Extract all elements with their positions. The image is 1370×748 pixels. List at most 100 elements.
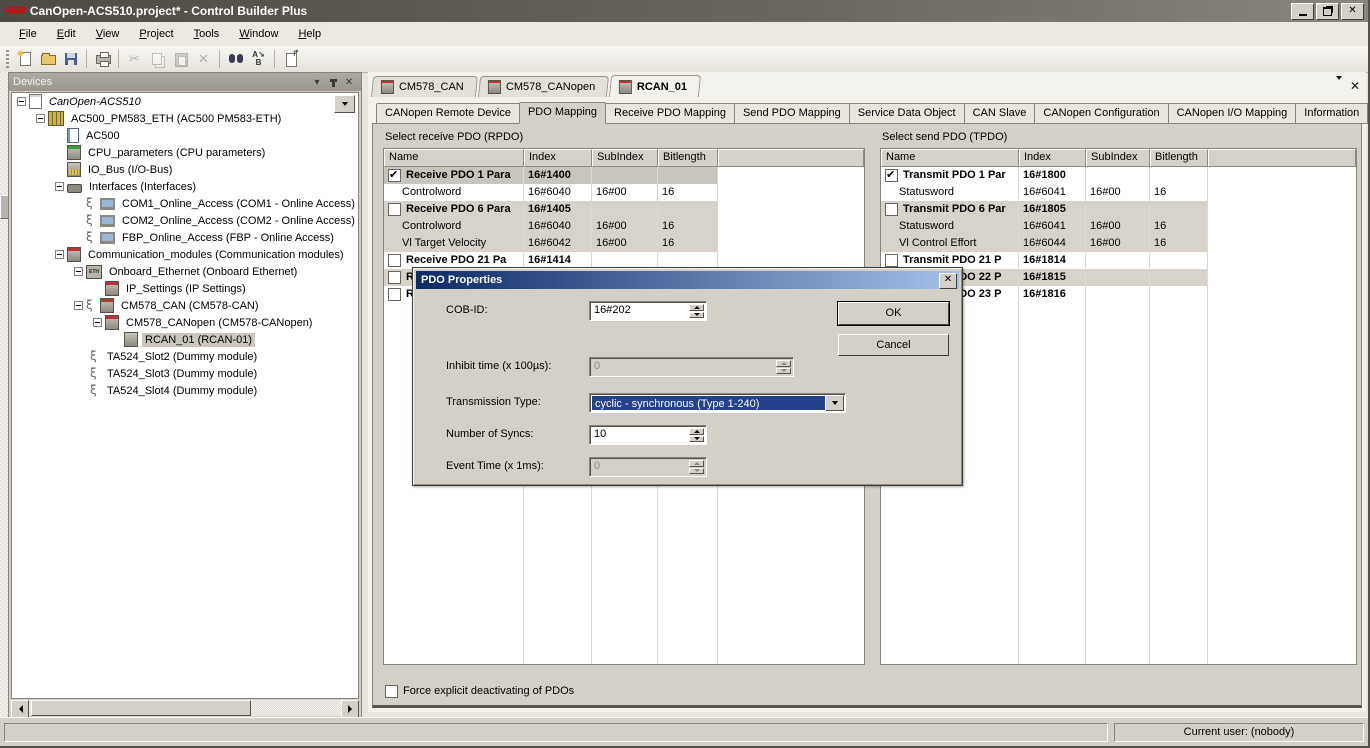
tree-node[interactable]: Communication_modules (Communication mod… <box>12 246 358 263</box>
export-icon[interactable] <box>279 48 302 70</box>
tree-node[interactable]: ξCOM1_Online_Access (COM1 - Online Acces… <box>12 195 358 212</box>
tree-node-label[interactable]: CM578_CANopen (CM578-CANopen) <box>123 316 315 330</box>
tree-node[interactable]: IO_Bus (I/O-Bus) <box>12 161 358 178</box>
spin-up-icon[interactable] <box>689 428 704 435</box>
tree-node[interactable]: ξTA524_Slot3 (Dummy module) <box>12 365 358 382</box>
pdo-row[interactable]: Statusword16#604116#0016 <box>881 218 1356 235</box>
force-deactivate-checkbox[interactable] <box>385 685 398 698</box>
ok-button[interactable]: OK <box>838 302 949 325</box>
open-project-icon[interactable] <box>36 48 59 70</box>
pdo-row[interactable]: Vl Control Effort16#604416#0016 <box>881 235 1356 252</box>
devices-pin-icon[interactable] <box>325 75 341 89</box>
restore-button[interactable] <box>1316 3 1339 20</box>
devices-horizontal-scrollbar[interactable] <box>11 700 359 716</box>
column-header-index[interactable]: Index <box>524 149 592 167</box>
column-header-index[interactable]: Index <box>1019 149 1086 167</box>
tree-expander-icon[interactable] <box>36 114 45 123</box>
column-header-subindex[interactable]: SubIndex <box>1086 149 1150 167</box>
menu-help[interactable]: Help <box>289 25 330 43</box>
tree-node-label[interactable]: Communication_modules (Communication mod… <box>85 248 347 262</box>
find-icon[interactable] <box>224 48 247 70</box>
tree-node[interactable]: ξCM578_CAN (CM578-CAN) <box>12 297 358 314</box>
devices-dropdown-icon[interactable]: ▾ <box>309 75 325 89</box>
dialog-close-icon[interactable]: ✕ <box>939 273 957 289</box>
tree-node-label[interactable]: FBP_Online_Access (FBP - Online Access) <box>119 231 337 245</box>
pdo-row[interactable]: Receive PDO 1 Para16#1400 <box>384 167 864 184</box>
column-header-bitlength[interactable]: Bitlength <box>1150 149 1208 167</box>
menu-project[interactable]: Project <box>130 25 182 43</box>
save-icon[interactable] <box>59 48 82 70</box>
doc-tab-cm578_canopen[interactable]: CM578_CANopen <box>478 76 609 97</box>
tree-expander-icon[interactable] <box>93 318 102 327</box>
column-header-name[interactable]: Name <box>881 149 1019 167</box>
tree-node-label[interactable]: Onboard_Ethernet (Onboard Ethernet) <box>106 265 300 279</box>
pdo-row[interactable]: Controlword16#604016#0016 <box>384 218 864 235</box>
doc-tab-rcan_01[interactable]: RCAN_01 <box>609 75 701 97</box>
tree-node[interactable]: AC500 <box>12 127 358 144</box>
doc-tab-cm578_can[interactable]: CM578_CAN <box>371 76 478 97</box>
tree-node[interactable]: CanOpen-ACS510 <box>12 93 358 110</box>
spin-up-icon[interactable] <box>689 304 704 311</box>
pdo-enable-checkbox[interactable] <box>885 203 898 216</box>
tree-node[interactable]: AC500_PM583_ETH (AC500 PM583-ETH) <box>12 110 358 127</box>
tree-node-label[interactable]: IP_Settings (IP Settings) <box>123 282 249 296</box>
tree-node[interactable]: ETHOnboard_Ethernet (Onboard Ethernet) <box>12 263 358 280</box>
pdo-enable-checkbox[interactable] <box>388 254 401 267</box>
new-document-icon[interactable] <box>13 48 36 70</box>
tree-expander-icon[interactable] <box>17 97 26 106</box>
pdo-row[interactable]: Vl Target Velocity16#604216#0016 <box>384 235 864 252</box>
sub-tab-receive-pdo-mapping[interactable]: Receive PDO Mapping <box>606 103 735 124</box>
tree-node[interactable]: ξTA524_Slot4 (Dummy module) <box>12 382 358 399</box>
tree-device-version-dropdown[interactable] <box>334 95 355 113</box>
menu-window[interactable]: Window <box>230 25 287 43</box>
pdo-enable-checkbox[interactable] <box>885 254 898 267</box>
tree-node-label[interactable]: AC500_PM583_ETH (AC500 PM583-ETH) <box>68 112 284 126</box>
menu-tools[interactable]: Tools <box>185 25 229 43</box>
close-button[interactable]: ✕ <box>1341 3 1364 20</box>
sub-tab-canopen-i-o-mapping[interactable]: CANopen I/O Mapping <box>1169 103 1297 124</box>
sub-tab-send-pdo-mapping[interactable]: Send PDO Mapping <box>735 103 850 124</box>
tree-node[interactable]: Interfaces (Interfaces) <box>12 178 358 195</box>
tree-node[interactable]: ξTA524_Slot2 (Dummy module) <box>12 348 358 365</box>
scrollbar-thumb[interactable] <box>31 700 251 716</box>
column-header-bitlength[interactable]: Bitlength <box>658 149 718 167</box>
replace-icon[interactable]: A↘B <box>247 48 270 70</box>
pdo-enable-checkbox[interactable] <box>885 169 898 182</box>
tree-node[interactable]: IP_Settings (IP Settings) <box>12 280 358 297</box>
pdo-row[interactable]: Receive PDO 6 Para16#1405 <box>384 201 864 218</box>
sub-tab-service-data-object[interactable]: Service Data Object <box>850 103 965 124</box>
sub-tab-pdo-mapping[interactable]: PDO Mapping <box>519 102 606 124</box>
sub-tab-information[interactable]: Information <box>1296 103 1368 124</box>
tree-expander-icon[interactable] <box>74 267 83 276</box>
minimize-button[interactable] <box>1291 3 1314 20</box>
tree-node-label[interactable]: IO_Bus (I/O-Bus) <box>85 163 175 177</box>
tree-expander-icon[interactable] <box>55 182 64 191</box>
pdo-enable-checkbox[interactable] <box>388 271 401 284</box>
menu-view[interactable]: View <box>87 25 129 43</box>
menu-file[interactable]: File <box>10 25 46 43</box>
pdo-enable-checkbox[interactable] <box>388 288 401 301</box>
tree-node-label[interactable]: AC500 <box>83 129 123 143</box>
sub-tab-canopen-remote-device[interactable]: CANopen Remote Device <box>376 103 520 124</box>
tree-node-label[interactable]: TA524_Slot2 (Dummy module) <box>104 350 260 364</box>
pdo-row[interactable]: Statusword16#604116#0016 <box>881 184 1356 201</box>
cancel-button[interactable]: Cancel <box>838 334 949 356</box>
tree-node[interactable]: ξFBP_Online_Access (FBP - Online Access) <box>12 229 358 246</box>
pdo-enable-checkbox[interactable] <box>388 203 401 216</box>
tree-node[interactable]: RCAN_01 (RCAN-01) <box>12 331 358 348</box>
print-icon[interactable] <box>91 48 114 70</box>
tree-node-label[interactable]: CPU_parameters (CPU parameters) <box>85 146 268 160</box>
tree-node[interactable]: CM578_CANopen (CM578-CANopen) <box>12 314 358 331</box>
scroll-left-arrow[interactable] <box>11 700 29 718</box>
tree-node-label[interactable]: CM578_CAN (CM578-CAN) <box>118 299 262 313</box>
tab-list-dropdown-icon[interactable] <box>1336 80 1342 92</box>
tree-expander-icon[interactable] <box>74 301 83 310</box>
sub-tab-can-slave[interactable]: CAN Slave <box>965 103 1036 124</box>
pdo-enable-checkbox[interactable] <box>388 169 401 182</box>
spin-down-icon[interactable] <box>689 436 704 443</box>
combobox-dropdown-icon[interactable] <box>825 395 844 411</box>
column-header-name[interactable]: Name <box>384 149 524 167</box>
tree-node-label[interactable]: RCAN_01 (RCAN-01) <box>142 333 255 347</box>
tree-node[interactable]: ξCOM2_Online_Access (COM2 - Online Acces… <box>12 212 358 229</box>
spinner-control[interactable] <box>689 428 704 442</box>
